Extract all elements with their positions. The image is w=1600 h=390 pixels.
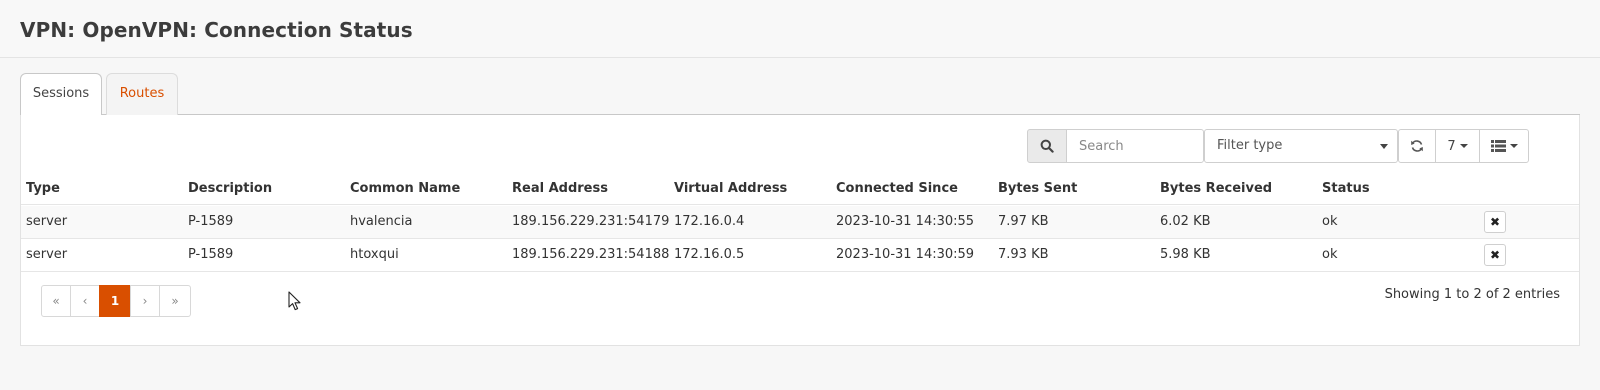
- pagination-last[interactable]: »: [159, 285, 191, 317]
- pagination-page-1[interactable]: 1: [99, 285, 131, 317]
- filter-type-label: Filter type: [1217, 138, 1283, 153]
- pagination-first[interactable]: «: [41, 285, 71, 317]
- page-title: VPN: OpenVPN: Connection Status: [20, 18, 413, 42]
- chevron-down-icon: [1509, 144, 1518, 148]
- tab-sessions[interactable]: Sessions: [20, 73, 102, 116]
- cell-real-address: 189.156.229.231:54179: [512, 214, 670, 229]
- rows-per-page-button[interactable]: 7: [1435, 129, 1480, 163]
- column-header-real-address[interactable]: Real Address: [512, 181, 608, 196]
- close-icon: ✖: [1489, 215, 1501, 229]
- column-selection-button[interactable]: [1479, 129, 1529, 163]
- column-header-bytes-received[interactable]: Bytes Received: [1160, 181, 1272, 196]
- cell-real-address: 189.156.229.231:54188: [512, 247, 670, 262]
- column-header-common-name[interactable]: Common Name: [350, 181, 460, 196]
- tab-routes[interactable]: Routes: [106, 73, 178, 115]
- cell-bytes-sent: 7.93 KB: [998, 247, 1049, 262]
- cell-common-name: htoxqui: [350, 247, 399, 262]
- cell-description: P-1589: [188, 247, 234, 262]
- pagination: « ‹ 1 › »: [41, 285, 191, 317]
- column-header-bytes-sent[interactable]: Bytes Sent: [998, 181, 1077, 196]
- cell-connected-since: 2023-10-31 14:30:55: [836, 214, 975, 229]
- cell-type: server: [26, 214, 68, 229]
- sessions-panel: Filter type 7 Type Description: [20, 115, 1580, 346]
- tab-bar: Sessions Routes: [20, 73, 1580, 116]
- column-header-status[interactable]: Status: [1322, 181, 1370, 196]
- entries-info: Showing 1 to 2 of 2 entries: [1384, 287, 1560, 302]
- column-header-connected-since[interactable]: Connected Since: [836, 181, 958, 196]
- cell-virtual-address: 172.16.0.5: [674, 247, 745, 262]
- page-header: VPN: OpenVPN: Connection Status: [0, 0, 1600, 58]
- cell-description: P-1589: [188, 214, 234, 229]
- kill-session-button[interactable]: ✖: [1484, 211, 1506, 233]
- chevron-down-icon: [1459, 144, 1468, 148]
- column-header-type[interactable]: Type: [26, 181, 60, 196]
- table-row[interactable]: server P-1589 htoxqui 189.156.229.231:54…: [21, 239, 1579, 272]
- pagination-prev[interactable]: ‹: [70, 285, 100, 317]
- table-actions: 7: [1398, 129, 1529, 163]
- refresh-button[interactable]: [1398, 129, 1436, 163]
- chevron-down-icon: [1380, 144, 1388, 149]
- cell-common-name: hvalencia: [350, 214, 413, 229]
- rows-per-page-value: 7: [1447, 138, 1456, 154]
- cell-bytes-received: 5.98 KB: [1160, 247, 1211, 262]
- filter-type-select[interactable]: Filter type: [1204, 129, 1398, 163]
- column-header-virtual-address[interactable]: Virtual Address: [674, 181, 787, 196]
- mouse-cursor-icon: [288, 291, 301, 311]
- table-header: Type Description Common Name Real Addres…: [21, 173, 1579, 205]
- cell-status: ok: [1322, 247, 1338, 262]
- close-icon: ✖: [1489, 248, 1501, 262]
- cell-status: ok: [1322, 214, 1338, 229]
- pagination-next[interactable]: ›: [130, 285, 160, 317]
- cell-connected-since: 2023-10-31 14:30:59: [836, 247, 975, 262]
- cell-type: server: [26, 247, 68, 262]
- refresh-icon: [1411, 140, 1423, 152]
- cell-bytes-received: 6.02 KB: [1160, 214, 1211, 229]
- column-header-description[interactable]: Description: [188, 181, 272, 196]
- search-icon: [1040, 139, 1054, 153]
- cell-virtual-address: 172.16.0.4: [674, 214, 745, 229]
- list-columns-icon: [1490, 140, 1506, 152]
- table-row[interactable]: server P-1589 hvalencia 189.156.229.231:…: [21, 206, 1579, 239]
- search-button[interactable]: [1027, 129, 1067, 163]
- kill-session-button[interactable]: ✖: [1484, 244, 1506, 266]
- cell-bytes-sent: 7.97 KB: [998, 214, 1049, 229]
- search-input[interactable]: [1066, 129, 1204, 163]
